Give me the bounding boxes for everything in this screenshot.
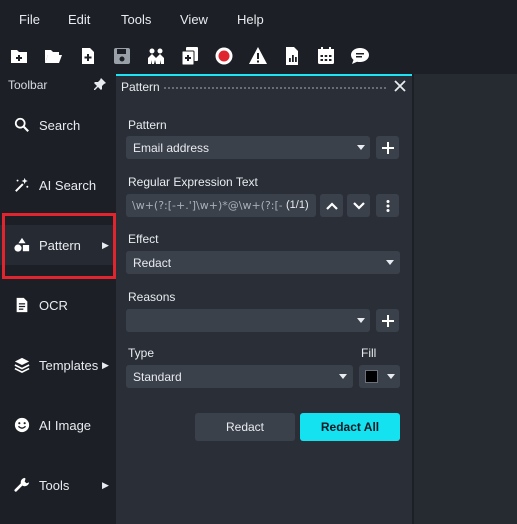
submenu-arrow-icon: ▶ (102, 479, 109, 490)
tool-ai-search[interactable]: AI Search (0, 165, 116, 205)
pattern-value: Email address (133, 141, 210, 155)
toolbar-panel: Toolbar Search AI Search Pattern ▶ OCR T… (0, 74, 116, 524)
magic-wand-icon (13, 176, 31, 194)
effect-select[interactable]: Redact (126, 251, 400, 274)
menu-view[interactable]: View (180, 12, 208, 27)
people-icon[interactable] (144, 44, 168, 68)
dialog-header[interactable]: Pattern (116, 76, 412, 98)
pattern-dialog: Pattern Pattern Email address Regular Ex… (116, 74, 412, 524)
menu-bar: File Edit Tools View Help (0, 0, 517, 38)
regex-label: Regular Expression Text (128, 175, 258, 189)
more-options-button[interactable] (376, 194, 399, 217)
tool-label: Pattern (39, 237, 81, 253)
fill-color-picker[interactable] (359, 365, 400, 388)
folder-open-icon[interactable] (41, 44, 65, 68)
plus-icon (381, 314, 394, 327)
chevron-down-icon (339, 374, 347, 379)
redact-button[interactable]: Redact (195, 413, 295, 441)
tool-label: AI Search (39, 177, 97, 193)
pattern-select[interactable]: Email address (126, 136, 370, 159)
panel-divider (412, 74, 414, 524)
type-value: Standard (133, 370, 182, 384)
document-canvas[interactable] (412, 74, 517, 524)
tool-tools[interactable]: Tools ▶ (0, 465, 116, 505)
layers-icon (13, 356, 31, 374)
dialog-title: Pattern (121, 80, 160, 94)
add-reason-button[interactable] (376, 309, 399, 332)
tool-label: Search (39, 117, 81, 133)
regex-input[interactable]: \w+(?:[-+.']\w+)*@\w+(?:[-.]\w+)*\.\w+(?… (126, 194, 316, 217)
tool-ai-image[interactable]: AI Image (0, 405, 116, 445)
previous-match-button[interactable] (320, 194, 343, 217)
save-icon[interactable] (110, 44, 134, 68)
wrench-icon (13, 476, 31, 494)
new-file-icon[interactable] (7, 44, 31, 68)
toolbar-title: Toolbar (8, 78, 48, 92)
record-icon[interactable] (212, 44, 236, 68)
kebab-menu-icon (386, 199, 389, 212)
pin-icon[interactable] (93, 77, 107, 91)
add-file-icon[interactable] (76, 44, 100, 68)
reasons-select[interactable] (126, 309, 370, 332)
tool-templates[interactable]: Templates ▶ (0, 345, 116, 385)
chat-icon[interactable] (348, 44, 372, 68)
tool-label: AI Image (39, 417, 92, 433)
search-icon (13, 116, 31, 134)
chevron-down-icon (387, 374, 395, 379)
regex-value: \w+(?:[-+.']\w+)*@\w+(?:[-.]\w+)*\.\w+(?… (132, 199, 282, 212)
plus-icon (381, 141, 394, 154)
effect-label: Effect (128, 232, 159, 246)
menu-help[interactable]: Help (237, 12, 264, 27)
calendar-icon[interactable] (314, 44, 338, 68)
effect-value: Redact (133, 256, 172, 270)
menu-edit[interactable]: Edit (68, 12, 90, 27)
pattern-label: Pattern (128, 118, 167, 132)
menu-file[interactable]: File (19, 12, 40, 27)
redact-all-button[interactable]: Redact All (300, 413, 400, 441)
chevron-down-icon (386, 260, 394, 265)
next-match-button[interactable] (347, 194, 370, 217)
tool-ocr[interactable]: OCR (0, 285, 116, 325)
tool-label: Tools (39, 477, 70, 493)
submenu-arrow-icon: ▶ (102, 359, 109, 370)
submenu-arrow-icon: ▶ (102, 239, 109, 250)
fill-label: Fill (361, 346, 377, 360)
chevron-up-icon (325, 201, 338, 210)
warning-icon[interactable] (246, 44, 270, 68)
smile-icon (13, 416, 31, 434)
drag-grip[interactable] (163, 86, 388, 90)
tool-label: OCR (39, 297, 68, 313)
type-label: Type (128, 346, 155, 360)
close-icon[interactable] (393, 79, 407, 93)
add-pattern-button[interactable] (376, 136, 399, 159)
fill-color-swatch (365, 370, 378, 383)
document-icon (13, 296, 31, 314)
chevron-down-icon (357, 145, 365, 150)
icon-toolbar (0, 38, 517, 74)
copy-add-icon[interactable] (178, 44, 202, 68)
report-icon[interactable] (280, 44, 304, 68)
chevron-down-icon (352, 201, 365, 210)
reasons-label: Reasons (128, 290, 176, 304)
type-select[interactable]: Standard (126, 365, 353, 388)
tool-label: Templates (39, 357, 99, 373)
shapes-icon (13, 236, 31, 254)
match-count: (1/1) (286, 199, 309, 211)
tool-pattern[interactable]: Pattern ▶ (0, 225, 116, 265)
tool-search[interactable]: Search (0, 105, 116, 145)
chevron-down-icon (357, 318, 365, 323)
menu-tools[interactable]: Tools (121, 12, 151, 27)
